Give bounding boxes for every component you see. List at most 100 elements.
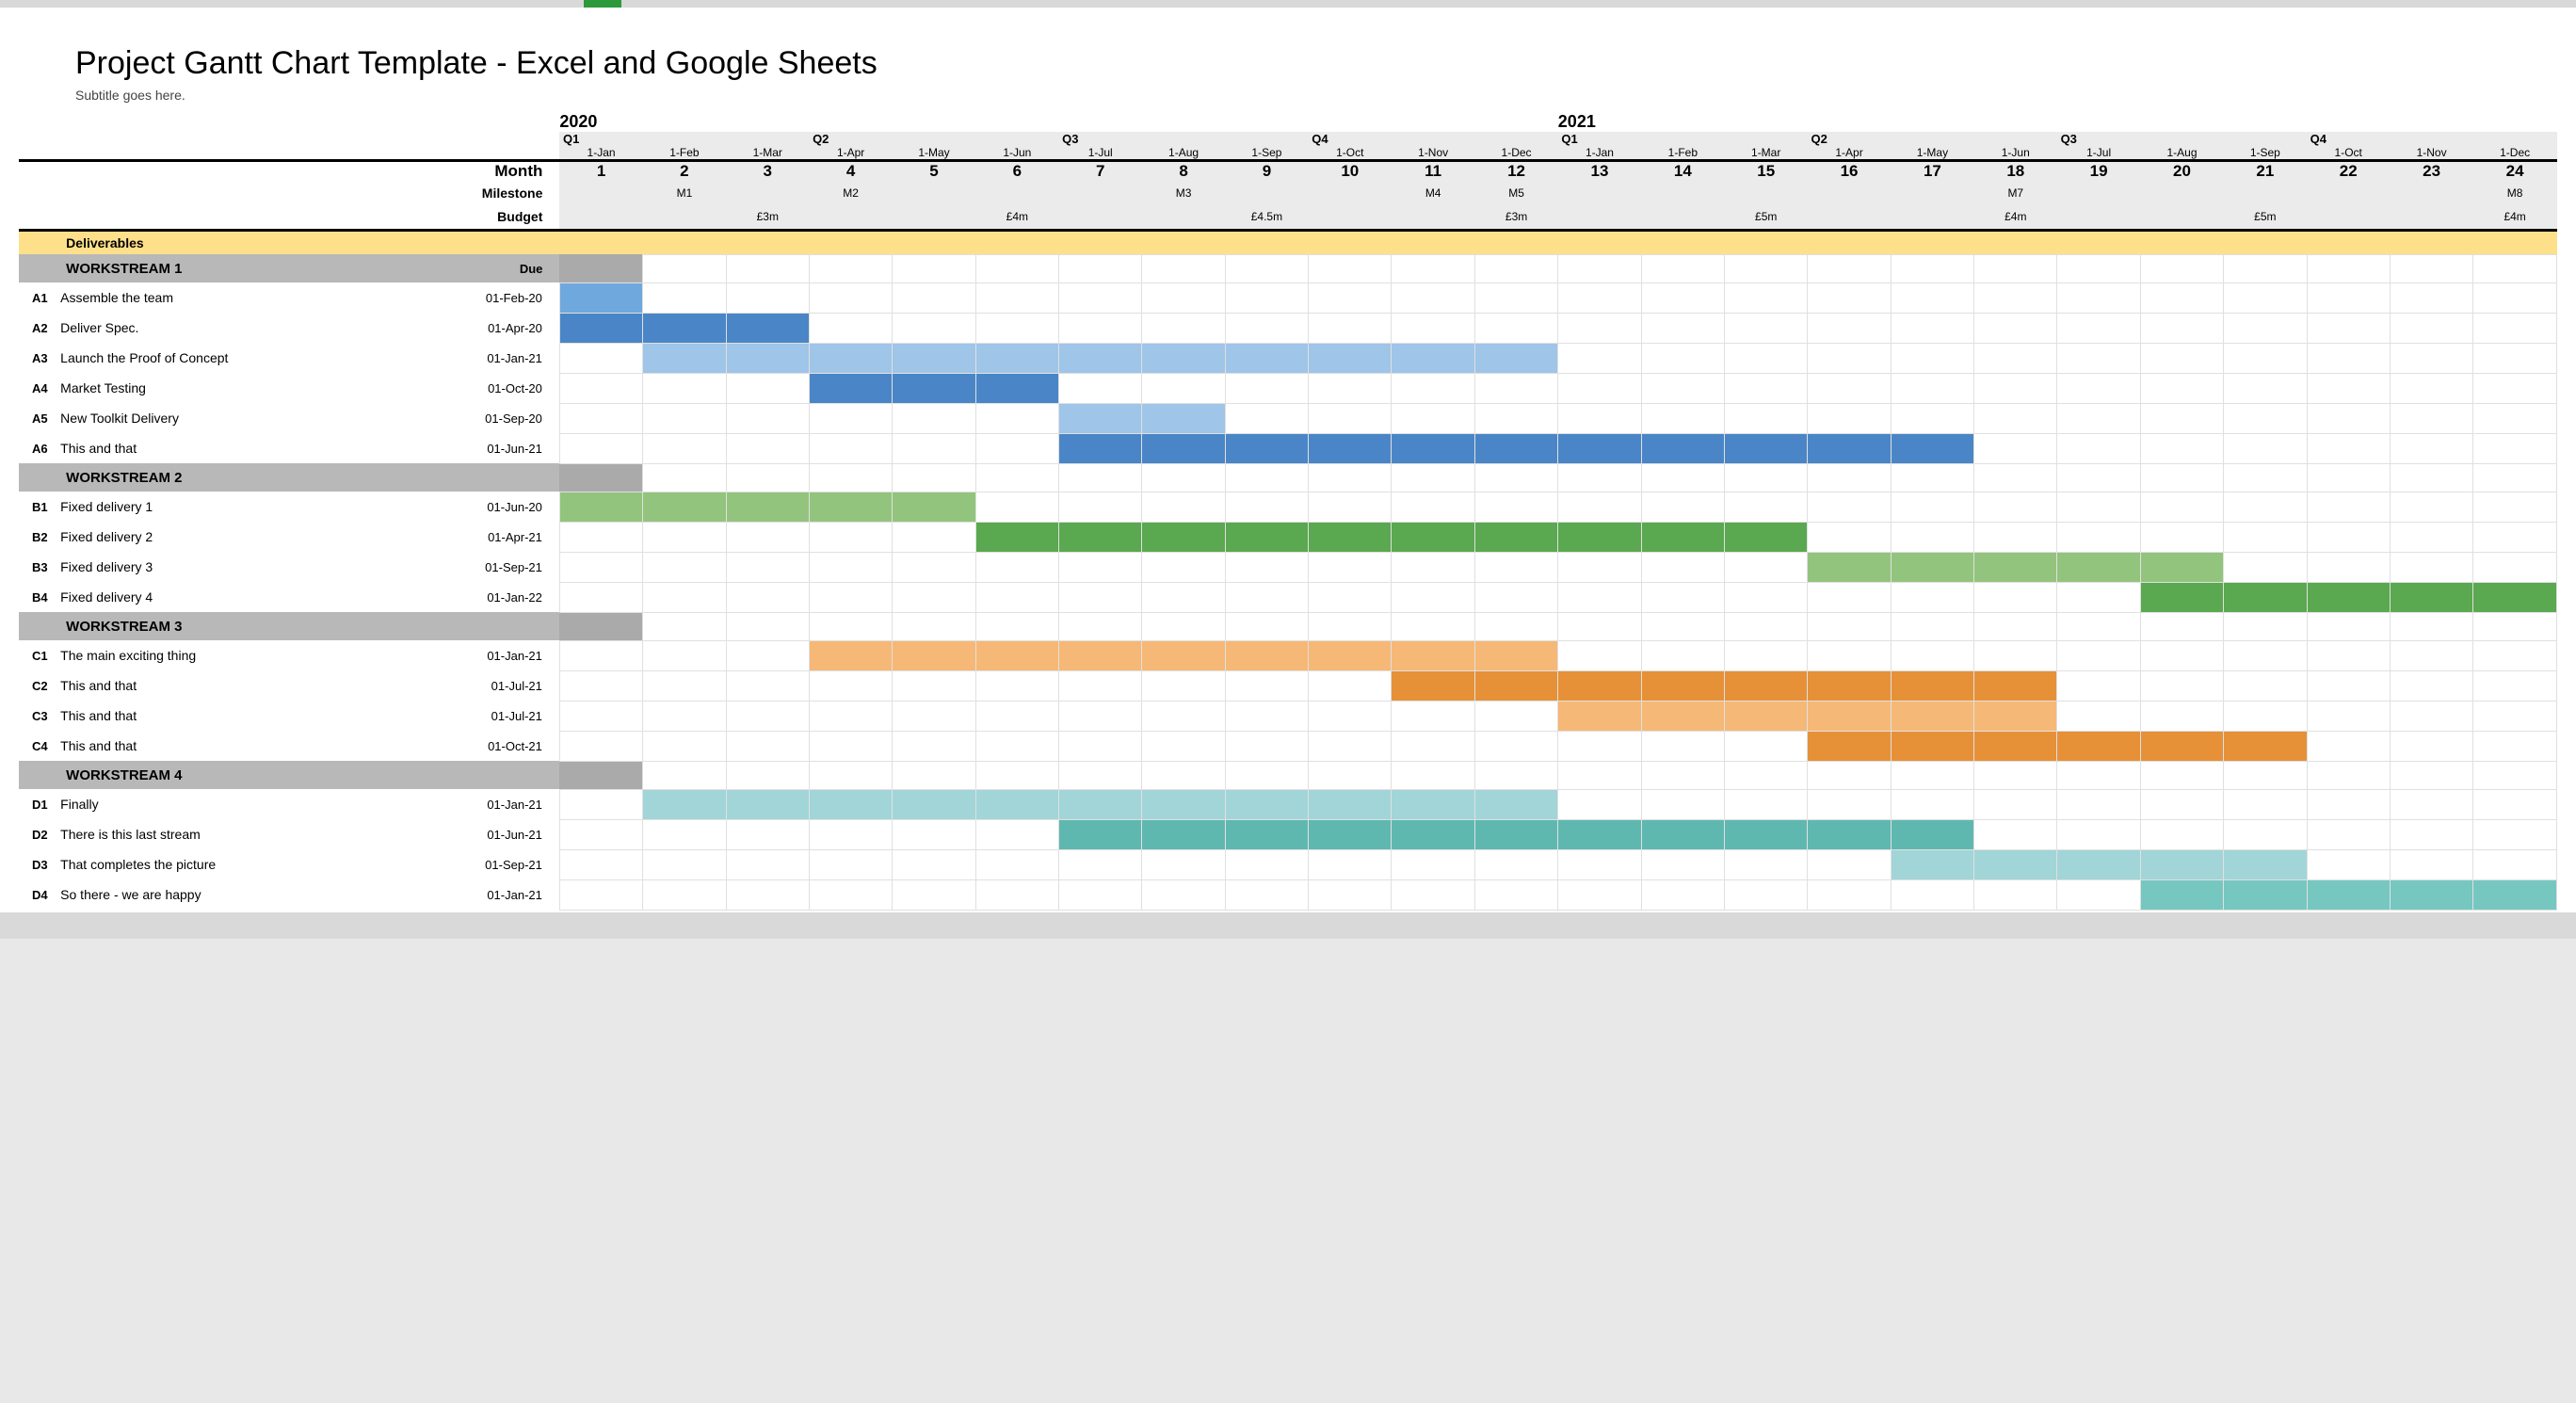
budget-cell: £4.5m — [1225, 205, 1308, 230]
gantt-cell — [2473, 819, 2557, 849]
gantt-cell — [2224, 701, 2307, 731]
gantt-cell — [2140, 701, 2223, 731]
gantt-cell — [2473, 403, 2557, 433]
gantt-cell — [1808, 403, 1891, 433]
gantt-cell — [975, 492, 1058, 522]
gantt-cell — [643, 313, 726, 343]
gantt-cell — [2307, 492, 2390, 522]
gantt-cell — [1808, 492, 1891, 522]
due-header — [399, 612, 560, 640]
gantt-cell — [2307, 282, 2390, 313]
gantt-cell — [1725, 552, 1808, 582]
gantt-cell — [893, 282, 975, 313]
gantt-cell — [2307, 670, 2390, 701]
gantt-cell — [2140, 522, 2223, 552]
gantt-cell — [809, 552, 892, 582]
gantt-cell — [1641, 313, 1724, 343]
milestone-cell — [1309, 181, 1392, 205]
task-name: Launch the Proof of Concept — [58, 343, 399, 373]
gantt-cell — [2140, 819, 2223, 849]
month-number: 24 — [2473, 161, 2557, 182]
gantt-cell — [1309, 433, 1392, 463]
milestone-cell: M8 — [2473, 181, 2557, 205]
gantt-cell — [2307, 582, 2390, 612]
gantt-cell — [1641, 731, 1724, 761]
budget-cell — [2140, 205, 2223, 230]
date-label: 1-Jul — [2057, 146, 2140, 161]
gantt-cell — [1891, 789, 1973, 819]
quarter-label: Q2 — [809, 132, 1058, 146]
gantt-cell — [1392, 492, 1474, 522]
date-label: 1-Aug — [2140, 146, 2223, 161]
task-due: 01-Sep-21 — [399, 849, 560, 879]
gantt-cell — [2473, 701, 2557, 731]
task-row: B3Fixed delivery 301-Sep-21 — [19, 552, 2557, 582]
gantt-cell — [1059, 343, 1142, 373]
gantt-cell — [1392, 433, 1474, 463]
gantt-cell — [2140, 433, 2223, 463]
gantt-cell — [1808, 640, 1891, 670]
gantt-cell — [893, 313, 975, 343]
gantt-cell — [2390, 582, 2472, 612]
gantt-cell — [1142, 670, 1225, 701]
gantt-cell — [643, 731, 726, 761]
gantt-cell — [2057, 282, 2140, 313]
gantt-cell — [559, 731, 642, 761]
gantt-cell — [893, 640, 975, 670]
gantt-cell — [1725, 879, 1808, 910]
gantt-cell — [2307, 701, 2390, 731]
workstream-header: WORKSTREAM 2 — [58, 463, 399, 492]
gantt-cell — [1309, 670, 1392, 701]
milestone-cell — [2140, 181, 2223, 205]
gantt-cell — [1558, 701, 1641, 731]
gantt-cell — [1225, 282, 1308, 313]
gantt-cell — [1225, 433, 1308, 463]
gantt-cell — [1974, 789, 2057, 819]
date-label: 1-Aug — [1142, 146, 1225, 161]
gantt-cell — [2390, 313, 2472, 343]
gantt-cell — [2390, 670, 2472, 701]
gantt-cell — [643, 879, 726, 910]
task-row: A1Assemble the team01-Feb-20 — [19, 282, 2557, 313]
budget-label: Budget — [19, 205, 559, 230]
task-id: A6 — [19, 433, 58, 463]
milestone-cell — [1225, 181, 1308, 205]
gantt-cell — [643, 789, 726, 819]
gantt-cell — [1641, 522, 1724, 552]
gantt-cell — [2057, 879, 2140, 910]
gantt-cell — [1225, 640, 1308, 670]
gantt-cell — [1808, 701, 1891, 731]
task-row: A6This and that01-Jun-21 — [19, 433, 2557, 463]
gantt-cell — [643, 433, 726, 463]
task-row: D4So there - we are happy01-Jan-21 — [19, 879, 2557, 910]
gantt-cell — [2473, 522, 2557, 552]
gantt-cell — [1474, 552, 1557, 582]
date-label: 1-Oct — [1309, 146, 1392, 161]
gantt-cell — [1974, 403, 2057, 433]
gantt-cell — [2057, 670, 2140, 701]
task-name: Deliver Spec. — [58, 313, 399, 343]
budget-cell: £4m — [1974, 205, 2057, 230]
gantt-cell — [893, 492, 975, 522]
gantt-cell — [893, 879, 975, 910]
gantt-cell — [1059, 552, 1142, 582]
gantt-cell — [975, 373, 1058, 403]
gantt-cell — [726, 313, 809, 343]
gantt-cell — [1725, 313, 1808, 343]
gantt-cell — [1725, 789, 1808, 819]
task-row: C4This and that01-Oct-21 — [19, 731, 2557, 761]
gantt-cell — [809, 849, 892, 879]
gantt-cell — [559, 582, 642, 612]
date-label: 1-Apr — [1808, 146, 1891, 161]
task-due: 01-Apr-20 — [399, 313, 560, 343]
date-label: 1-Dec — [2473, 146, 2557, 161]
gantt-cell — [2057, 403, 2140, 433]
gantt-cell — [1059, 403, 1142, 433]
gantt-cell — [2390, 403, 2472, 433]
gantt-cell — [1641, 701, 1724, 731]
task-id: B4 — [19, 582, 58, 612]
month-number: 10 — [1309, 161, 1392, 182]
gantt-cell — [1641, 433, 1724, 463]
month-number: 14 — [1641, 161, 1724, 182]
gantt-cell — [1974, 670, 2057, 701]
